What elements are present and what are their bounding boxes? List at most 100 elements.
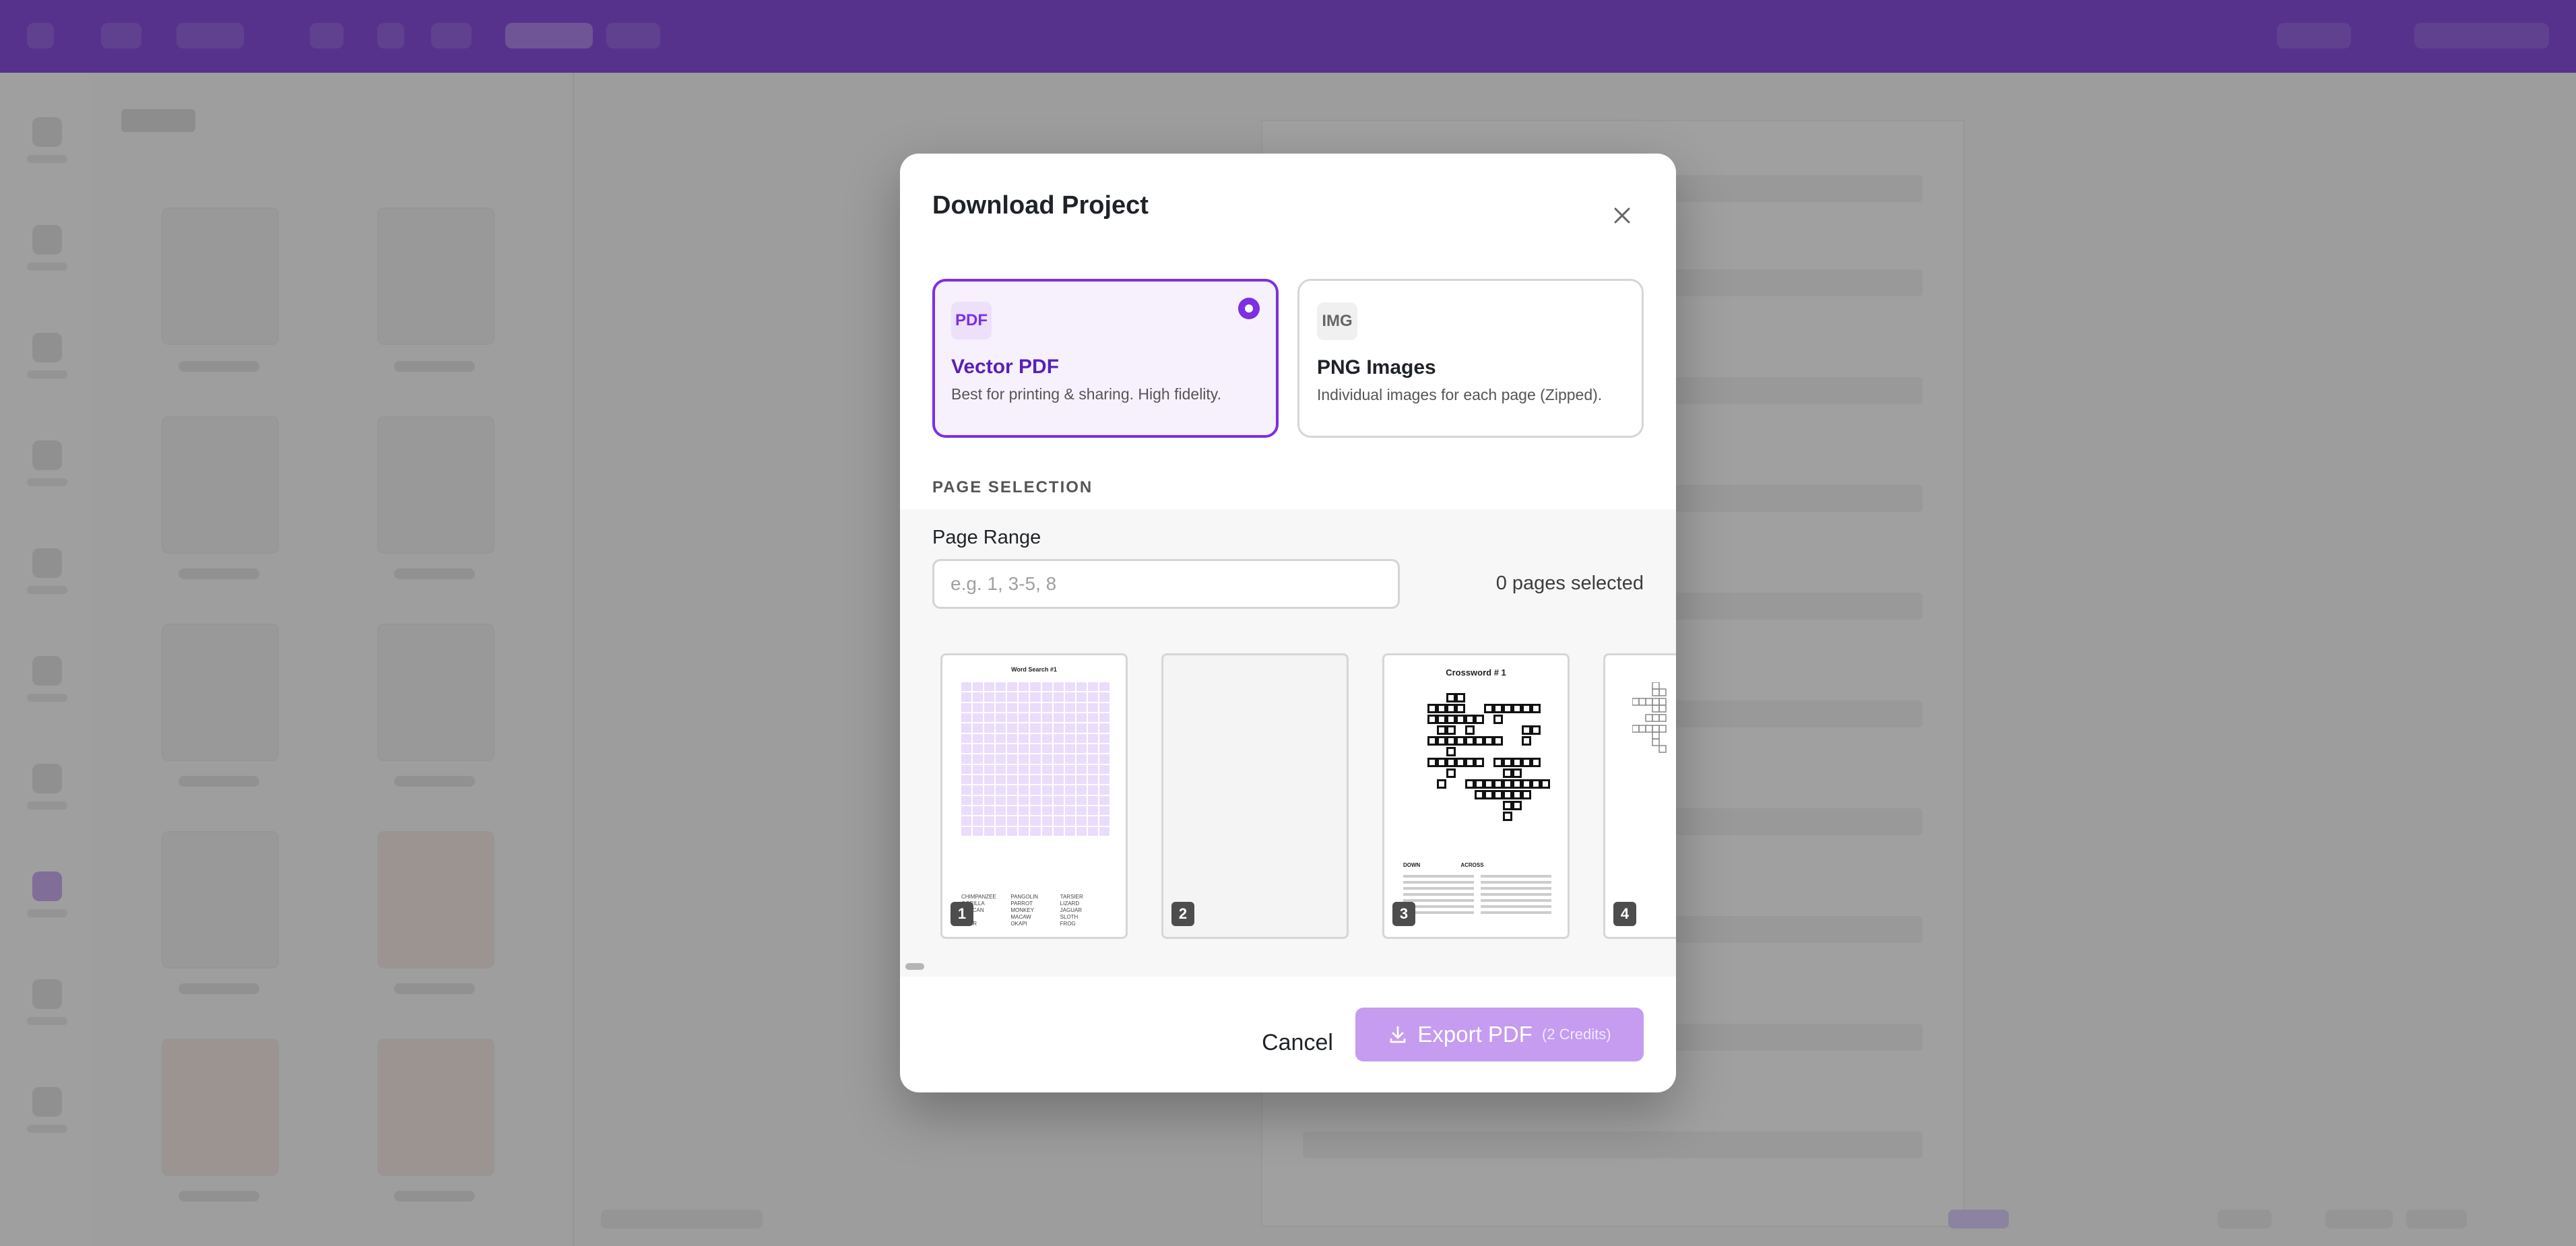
word-search-cell bbox=[1099, 826, 1109, 836]
page-thumbnail[interactable]: Word Search #1 CHIMPANZEE PANGOLIN TARSIER… bbox=[940, 653, 1128, 939]
word-search-cell bbox=[1087, 775, 1098, 785]
word-search-cell bbox=[973, 754, 984, 764]
word-search-cell bbox=[1053, 702, 1064, 712]
word-search-cell bbox=[973, 702, 984, 712]
word-search-cell bbox=[1019, 692, 1029, 702]
word-search-cell bbox=[1064, 744, 1075, 754]
word-search-cell bbox=[1076, 806, 1087, 816]
word-search-cell bbox=[1041, 692, 1052, 702]
format-option-png[interactable]: IMG PNG Images Individual images for eac… bbox=[1297, 279, 1644, 438]
word-search-cell bbox=[961, 733, 972, 743]
word-search-cell bbox=[1007, 723, 1018, 733]
word-search-cell bbox=[1007, 744, 1018, 754]
word-search-cell bbox=[996, 744, 1006, 754]
word-search-cell bbox=[1099, 816, 1109, 826]
word-search-cell bbox=[1041, 713, 1052, 723]
word-search-cell bbox=[1007, 754, 1018, 764]
word-search-cell bbox=[984, 816, 995, 826]
word-search-cell bbox=[996, 806, 1006, 816]
word-search-cell bbox=[961, 744, 972, 754]
word-search-cell bbox=[996, 785, 1006, 795]
word-search-cell bbox=[1076, 744, 1087, 754]
word-search-cell bbox=[1053, 806, 1064, 816]
word-search-cell bbox=[996, 754, 1006, 764]
word-search-cell bbox=[973, 713, 984, 723]
word-search-cell bbox=[1087, 733, 1098, 743]
crossword-letter-box bbox=[1514, 706, 1520, 711]
word-list-item: SLOTH bbox=[1060, 914, 1078, 920]
word-search-cell bbox=[996, 682, 1006, 692]
crossword-letter-box bbox=[1486, 781, 1491, 787]
close-button[interactable] bbox=[1601, 194, 1644, 237]
crossword-letter-box bbox=[1495, 738, 1501, 744]
page-number-badge: 1 bbox=[951, 902, 973, 926]
word-search-cell bbox=[1030, 733, 1041, 743]
word-search-cell bbox=[1030, 754, 1041, 764]
word-search-cell bbox=[1019, 826, 1029, 836]
word-search-cell bbox=[1053, 682, 1064, 692]
format-option-pdf[interactable]: PDF Vector PDF Best for printing & shari… bbox=[932, 279, 1279, 438]
word-search-cell bbox=[1019, 723, 1029, 733]
crossword-letter-box bbox=[1477, 792, 1482, 797]
word-search-cell bbox=[1053, 754, 1064, 764]
page-thumbnail[interactable]: 2 bbox=[1161, 653, 1349, 939]
word-search-cell bbox=[961, 754, 972, 764]
crossword-letter-box bbox=[1467, 727, 1473, 733]
word-search-cell bbox=[961, 764, 972, 774]
word-search-cell bbox=[1099, 806, 1109, 816]
word-search-cell bbox=[996, 713, 1006, 723]
page-range-input[interactable] bbox=[932, 559, 1400, 609]
word-search-cell bbox=[1087, 826, 1098, 836]
page-range-label: Page Range bbox=[932, 527, 1041, 548]
export-pdf-button[interactable]: Export PDF (2 Credits) bbox=[1355, 1008, 1644, 1061]
crossword-letter-box bbox=[1543, 781, 1548, 787]
format-title: Vector PDF bbox=[951, 356, 1060, 378]
page-number-badge: 2 bbox=[1171, 902, 1194, 926]
word-search-cell bbox=[1041, 795, 1052, 805]
word-search-cell bbox=[1099, 733, 1109, 743]
word-search-cell bbox=[1099, 764, 1109, 774]
crossword-letter-box bbox=[1448, 749, 1454, 754]
download-icon bbox=[1390, 1026, 1406, 1043]
word-search-cell bbox=[1019, 775, 1029, 785]
crossword-letter-box bbox=[1505, 814, 1510, 819]
crossword-letter-box bbox=[1486, 706, 1491, 711]
word-search-cell bbox=[984, 806, 995, 816]
word-search-cell bbox=[1053, 795, 1064, 805]
close-icon bbox=[1614, 207, 1630, 224]
crossword-letter-box bbox=[1505, 781, 1510, 787]
word-search-cell bbox=[973, 744, 984, 754]
crossword-letter-box bbox=[1429, 738, 1435, 744]
crossword-letter-box bbox=[1467, 738, 1473, 744]
thumbnail-scrollbar[interactable] bbox=[905, 963, 924, 970]
page-thumbnail[interactable]: Crossword # 1 DOWN ACROSS 3 bbox=[1382, 653, 1570, 939]
word-search-cell bbox=[984, 682, 995, 692]
export-credits: (2 Credits) bbox=[1541, 1026, 1611, 1043]
word-search-cell bbox=[1053, 692, 1064, 702]
word-search-cell bbox=[1099, 682, 1109, 692]
crossword-letter-box bbox=[1505, 706, 1510, 711]
page-thumbnail[interactable]: 4 bbox=[1603, 653, 1676, 939]
word-search-cell bbox=[1030, 744, 1041, 754]
word-search-cell bbox=[1007, 733, 1018, 743]
word-search-cell bbox=[1019, 816, 1029, 826]
crossword-outline-grid bbox=[1632, 682, 1667, 753]
crossword-letter-box bbox=[1514, 770, 1520, 776]
word-search-cell bbox=[1053, 785, 1064, 795]
word-search-cell bbox=[1064, 795, 1075, 805]
radio-selected-icon[interactable] bbox=[1238, 298, 1260, 319]
word-search-cell bbox=[973, 764, 984, 774]
word-search-cell bbox=[1099, 713, 1109, 723]
word-search-cell bbox=[1007, 682, 1018, 692]
word-search-cell bbox=[1053, 764, 1064, 774]
crossword-letter-box bbox=[1495, 781, 1501, 787]
crossword-letter-box bbox=[1467, 717, 1473, 722]
cancel-button[interactable]: Cancel bbox=[1237, 1016, 1358, 1070]
word-search-cell bbox=[1064, 806, 1075, 816]
crossword-letter-box bbox=[1458, 695, 1463, 700]
page-number-badge: 4 bbox=[1613, 902, 1636, 926]
word-search-cell bbox=[996, 816, 1006, 826]
word-search-cell bbox=[1064, 816, 1075, 826]
word-search-cell bbox=[1030, 806, 1041, 816]
word-list-item: MONKEY bbox=[1010, 907, 1034, 913]
